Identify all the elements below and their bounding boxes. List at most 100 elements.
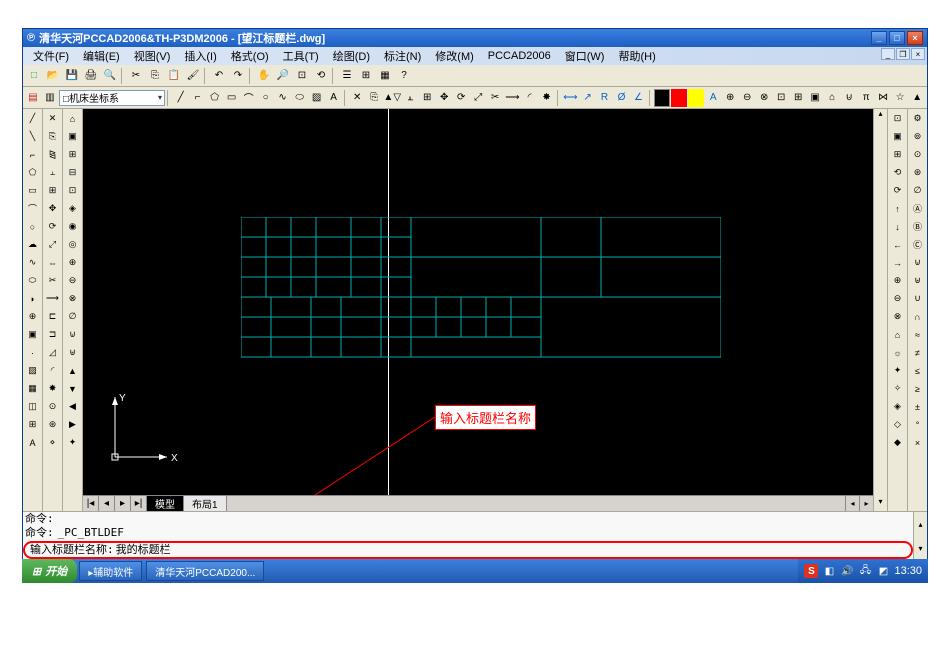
circle-tool[interactable]: ○ [258,89,274,107]
menu-dimension[interactable]: 标注(N) [378,47,427,65]
misc-button-8[interactable]: ⊍ [841,89,857,107]
dim-radius-button[interactable]: R [597,89,613,107]
rotate-icon[interactable]: ⟳ [44,218,61,235]
extend-icon[interactable]: ⟶ [44,290,61,307]
cut-button[interactable]: ✂ [127,67,145,85]
color-byblock[interactable] [654,89,670,107]
doc-restore-button[interactable]: ❐ [896,48,910,60]
r1-7[interactable]: ↓ [889,218,906,235]
vscroll-down[interactable]: ▾ [874,497,887,511]
open-button[interactable]: 📂 [44,67,62,85]
properties-button[interactable]: ☰ [338,67,356,85]
command-input[interactable] [116,543,908,557]
fillet-button[interactable]: ◜ [522,89,538,107]
drawing-area[interactable]: 输入标题栏名称 Y X |◂ ◂ [83,109,873,511]
r2-17[interactable]: ± [909,398,926,415]
r2-9[interactable]: ⊍ [909,254,926,271]
vscroll-track[interactable] [874,123,887,497]
copy-obj-button[interactable]: ⎘ [366,89,382,107]
taskbar-item-pccad[interactable]: 清华天河PCCAD200... [146,561,264,581]
pc-15[interactable]: ▲ [64,362,81,379]
text-button-a[interactable]: A [705,89,721,107]
r2-5[interactable]: ∅ [909,182,926,199]
hscroll-right[interactable]: ▸ [859,496,873,511]
pc-2[interactable]: ▣ [64,128,81,145]
vscroll-up[interactable]: ▴ [874,109,887,123]
arc-icon[interactable]: ⌒ [24,200,41,217]
menu-view[interactable]: 视图(V) [128,47,177,65]
r2-12[interactable]: ∩ [909,308,926,325]
r2-15[interactable]: ≤ [909,362,926,379]
pc-3[interactable]: ⊞ [64,146,81,163]
pc-11[interactable]: ⊗ [64,290,81,307]
toolpalettes-button[interactable]: ▦ [376,67,394,85]
pc-8[interactable]: ◎ [64,236,81,253]
copy2-icon[interactable]: ⎘ [44,128,61,145]
tab-nav-last[interactable]: ▸| [131,496,147,511]
polygon-icon[interactable]: ⬠ [24,164,41,181]
dim-diameter-button[interactable]: Ø [614,89,630,107]
misc-button-3[interactable]: ⊗ [756,89,772,107]
scale-icon[interactable]: ⤢ [44,236,61,253]
array-button[interactable]: ⊞ [419,89,435,107]
explode-icon[interactable]: ✸ [44,380,61,397]
menu-tools[interactable]: 工具(T) [277,47,325,65]
vtool-19[interactable]: ⋄ [44,434,61,451]
r1-15[interactable]: ✦ [889,362,906,379]
r2-1[interactable]: ⚙ [909,110,926,127]
mirror-icon[interactable]: ⧎ [44,146,61,163]
pc-19[interactable]: ✦ [64,434,81,451]
pc-12[interactable]: ∅ [64,308,81,325]
gradient-icon[interactable]: ▦ [24,380,41,397]
offset-icon[interactable]: ⫠ [44,164,61,181]
text-tool[interactable]: A [326,89,342,107]
doc-close-button[interactable]: × [911,48,925,60]
r1-12[interactable]: ⊗ [889,308,906,325]
tray-icon-2[interactable]: ◩ [876,564,890,578]
move-icon[interactable]: ✥ [44,200,61,217]
r1-3[interactable]: ⊞ [889,146,906,163]
r2-13[interactable]: ≈ [909,326,926,343]
pc-18[interactable]: ▶ [64,416,81,433]
r2-11[interactable]: ∪ [909,290,926,307]
menu-help[interactable]: 帮助(H) [612,47,661,65]
minimize-button[interactable]: _ [871,31,887,45]
layer-combo[interactable]: □机床坐标系 [59,90,165,106]
menu-pccad[interactable]: PCCAD2006 [482,49,557,63]
r2-7[interactable]: Ⓑ [909,218,926,235]
mtext-icon[interactable]: A [24,434,41,451]
point-icon[interactable]: · [24,344,41,361]
start-button[interactable]: ⊞ 开始 [22,559,77,583]
r1-2[interactable]: ▣ [889,128,906,145]
tray-volume-icon[interactable]: 🔊 [840,564,854,578]
array-icon[interactable]: ⊞ [44,182,61,199]
zoom-window-button[interactable]: ⊡ [293,67,311,85]
erase-icon[interactable]: ✕ [44,110,61,127]
tab-nav-next[interactable]: ▸ [115,496,131,511]
erase-button[interactable]: ✕ [349,89,365,107]
r1-1[interactable]: ⊡ [889,110,906,127]
hatch-tool[interactable]: ▨ [309,89,325,107]
explode-button[interactable]: ✸ [539,89,555,107]
misc-button-5[interactable]: ⊞ [790,89,806,107]
table-icon[interactable]: ⊞ [24,416,41,433]
pan-button[interactable]: ✋ [255,67,273,85]
r1-10[interactable]: ⊕ [889,272,906,289]
pc-16[interactable]: ▼ [64,380,81,397]
cmd-scroll-down[interactable]: ▾ [914,536,927,560]
menu-format[interactable]: 格式(O) [225,47,275,65]
r2-6[interactable]: Ⓐ [909,200,926,217]
zoom-rt-button[interactable]: 🔎 [274,67,292,85]
print-button[interactable]: 🖨 [82,67,100,85]
vtool-18[interactable]: ⊛ [44,416,61,433]
menu-insert[interactable]: 插入(I) [178,47,222,65]
doc-minimize-button[interactable]: _ [881,48,895,60]
misc-button-9[interactable]: π [858,89,874,107]
tray-icon-1[interactable]: ◧ [822,564,836,578]
r1-6[interactable]: ↑ [889,200,906,217]
tab-model[interactable]: 模型 [147,496,184,511]
pc-6[interactable]: ◈ [64,200,81,217]
circle-icon[interactable]: ○ [24,218,41,235]
designcenter-button[interactable]: ⊞ [357,67,375,85]
pc-13[interactable]: ⊍ [64,326,81,343]
